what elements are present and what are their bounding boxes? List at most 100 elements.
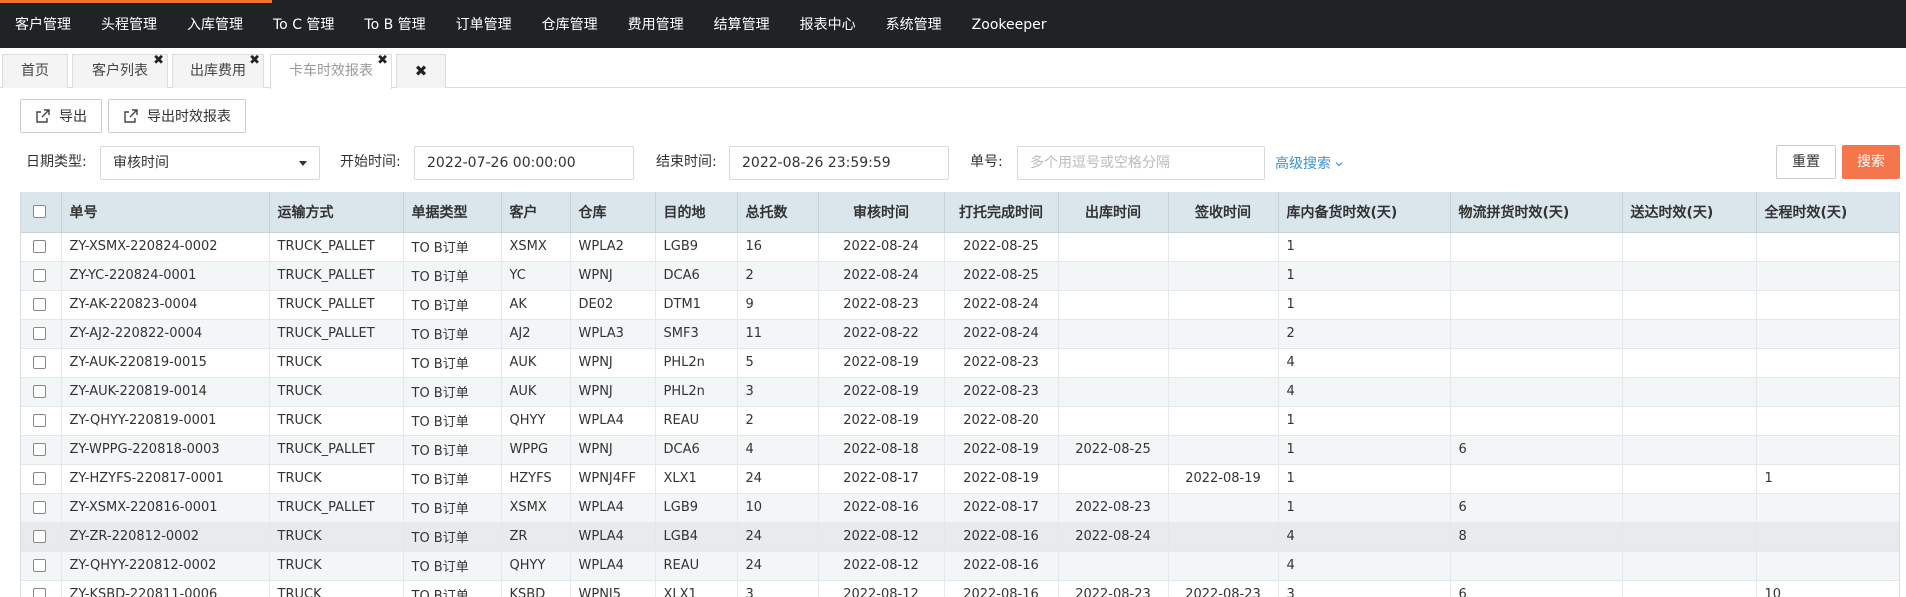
- table-cell: ZY-YC-220824-0001: [61, 261, 270, 291]
- column-header[interactable]: 全程时效(天): [1756, 192, 1899, 233]
- column-header[interactable]: 打托完成时间: [944, 192, 1059, 233]
- table-cell: HZYFS: [501, 464, 571, 494]
- row-checkbox[interactable]: [33, 240, 46, 253]
- column-header[interactable]: 总托数: [737, 192, 819, 233]
- row-checkbox[interactable]: [33, 472, 46, 485]
- table-cell: WPLA4: [570, 406, 656, 436]
- table-cell: 2022-08-23: [818, 290, 945, 320]
- table-row[interactable]: ZY-XSMX-220816-0001 TRUCK_PALLET TO B订单 XSM…: [21, 493, 1899, 523]
- column-header[interactable]: 出库时间: [1058, 192, 1169, 233]
- row-checkbox[interactable]: [33, 559, 46, 572]
- table-cell: [1450, 319, 1623, 349]
- table-row[interactable]: ZY-AUK-220819-0015 TRUCK TO B订单 AUK WPNJ PHL2…: [21, 348, 1899, 378]
- table-cell: TO B订单: [403, 348, 502, 378]
- nav-warehouse[interactable]: 仓库管理: [527, 3, 613, 48]
- row-checkbox[interactable]: [33, 588, 46, 597]
- nav-customer[interactable]: 客户管理: [0, 3, 86, 48]
- table-cell: TRUCK: [269, 377, 404, 407]
- table-cell: [1168, 551, 1279, 581]
- close-all-tabs-button[interactable]: ✖: [396, 54, 446, 88]
- table-cell: 2022-08-23: [1058, 493, 1169, 523]
- table-row[interactable]: ZY-WPPG-220818-0003 TRUCK_PALLET TO B订单 WPP…: [21, 435, 1899, 465]
- table-row[interactable]: ZY-AJ2-220822-0004 TRUCK_PALLET TO B订单 AJ2 W…: [21, 319, 1899, 349]
- export-button[interactable]: 导出: [20, 99, 102, 133]
- table-row[interactable]: ZY-AK-220823-0004 TRUCK_PALLET TO B订单 AK DE0…: [21, 290, 1899, 320]
- column-header[interactable]: 单据类型: [403, 192, 502, 233]
- table-cell: TO B订单: [403, 522, 502, 552]
- nav-to-c[interactable]: To C 管理: [258, 3, 349, 48]
- table-cell: [1622, 261, 1757, 291]
- nav-inbound[interactable]: 入库管理: [172, 3, 258, 48]
- column-header[interactable]: 送达时效(天): [1622, 192, 1757, 233]
- nav-zookeeper[interactable]: Zookeeper: [957, 3, 1062, 48]
- table-cell: 2022-08-25: [1058, 435, 1169, 465]
- table-row[interactable]: ZY-AUK-220819-0014 TRUCK TO B订单 AUK WPNJ PHL2…: [21, 377, 1899, 407]
- column-header[interactable]: 库内备货时效(天): [1278, 192, 1451, 233]
- nav-to-b[interactable]: To B 管理: [349, 3, 440, 48]
- nav-settlement[interactable]: 结算管理: [699, 3, 785, 48]
- row-select-cell: [21, 261, 62, 291]
- row-checkbox[interactable]: [33, 385, 46, 398]
- nav-fees[interactable]: 费用管理: [613, 3, 699, 48]
- tab-outbound-fee[interactable]: 出库费用 ✖: [172, 53, 264, 88]
- row-checkbox[interactable]: [33, 269, 46, 282]
- column-header[interactable]: 单号: [61, 192, 270, 233]
- column-header[interactable]: 物流拼货时效(天): [1450, 192, 1623, 233]
- reset-button[interactable]: 重置: [1776, 145, 1836, 179]
- column-header[interactable]: 签收时间: [1168, 192, 1279, 233]
- nav-system[interactable]: 系统管理: [871, 3, 957, 48]
- table-cell: [1058, 406, 1169, 436]
- start-time-input[interactable]: 2022-07-26 00:00:00: [414, 146, 634, 180]
- table-row[interactable]: ZY-HZYFS-220817-0001 TRUCK TO B订单 HZYFS WPNJ…: [21, 464, 1899, 494]
- row-checkbox[interactable]: [33, 327, 46, 340]
- table-cell: 2022-08-23: [1168, 580, 1279, 597]
- close-icon[interactable]: ✖: [249, 53, 260, 69]
- export-report-button[interactable]: 导出时效报表: [108, 99, 246, 133]
- table-row[interactable]: ZY-KSBD-220811-0006 TRUCK TO B订单 KSBD WPNJ5 X…: [21, 580, 1899, 597]
- advanced-search-link[interactable]: 高级搜索: [1275, 153, 1343, 173]
- select-all-checkbox[interactable]: [33, 205, 46, 219]
- table-row[interactable]: ZY-YC-220824-0001 TRUCK_PALLET TO B订单 YC WPN…: [21, 261, 1899, 291]
- column-header[interactable]: 运输方式: [269, 192, 404, 233]
- table-cell: TRUCK_PALLET: [269, 290, 404, 320]
- date-type-select[interactable]: 审核时间: [100, 146, 320, 180]
- table-cell: 2022-08-12: [818, 522, 945, 552]
- tab-customer-list[interactable]: 客户列表 ✖: [72, 53, 168, 88]
- column-header[interactable]: 目的地: [655, 192, 738, 233]
- row-select-cell: [21, 493, 62, 523]
- table-cell: [1058, 261, 1169, 291]
- table-cell: [1168, 348, 1279, 378]
- table-row[interactable]: ZY-QHYY-220812-0002 TRUCK TO B订单 QHYY WPLA4 R…: [21, 551, 1899, 581]
- table-cell: [1622, 522, 1757, 552]
- row-checkbox[interactable]: [33, 501, 46, 514]
- column-header[interactable]: 客户: [501, 192, 571, 233]
- close-icon[interactable]: ✖: [377, 53, 388, 69]
- column-header[interactable]: 审核时间: [818, 192, 945, 233]
- table-cell: 2022-08-25: [944, 261, 1059, 291]
- table-cell: [1756, 290, 1899, 320]
- table-row[interactable]: ZY-XSMX-220824-0002 TRUCK_PALLET TO B订单 XSM…: [21, 232, 1899, 262]
- table-row[interactable]: ZY-ZR-220812-0002 TRUCK TO B订单 ZR WPLA4 LGB4 2…: [21, 522, 1899, 552]
- order-no-input[interactable]: 多个用逗号或空格分隔: [1017, 146, 1265, 180]
- table-cell: TO B订单: [403, 406, 502, 436]
- end-time-input[interactable]: 2022-08-26 23:59:59: [729, 146, 949, 180]
- nav-reports[interactable]: 报表中心: [785, 3, 871, 48]
- row-checkbox[interactable]: [33, 298, 46, 311]
- search-button[interactable]: 搜索: [1842, 145, 1900, 179]
- tab-home[interactable]: 首页: [2, 54, 68, 88]
- row-checkbox[interactable]: [33, 356, 46, 369]
- start-time-label: 开始时间:: [340, 154, 401, 170]
- tab-truck-report[interactable]: 卡车时效报表 ✖: [270, 53, 392, 89]
- table-cell: [1058, 232, 1169, 262]
- row-checkbox[interactable]: [33, 443, 46, 456]
- column-header[interactable]: 仓库: [570, 192, 656, 233]
- table-row[interactable]: ZY-QHYY-220819-0001 TRUCK TO B订单 QHYY WPLA4 R…: [21, 406, 1899, 436]
- close-icon[interactable]: ✖: [153, 53, 164, 69]
- row-checkbox[interactable]: [33, 414, 46, 427]
- table-cell: [1058, 290, 1169, 320]
- row-checkbox[interactable]: [33, 530, 46, 543]
- tab-outbound-fee-label: 出库费用: [190, 63, 246, 79]
- row-select-cell: [21, 290, 62, 320]
- nav-orders[interactable]: 订单管理: [441, 3, 527, 48]
- nav-first-leg[interactable]: 头程管理: [86, 3, 172, 48]
